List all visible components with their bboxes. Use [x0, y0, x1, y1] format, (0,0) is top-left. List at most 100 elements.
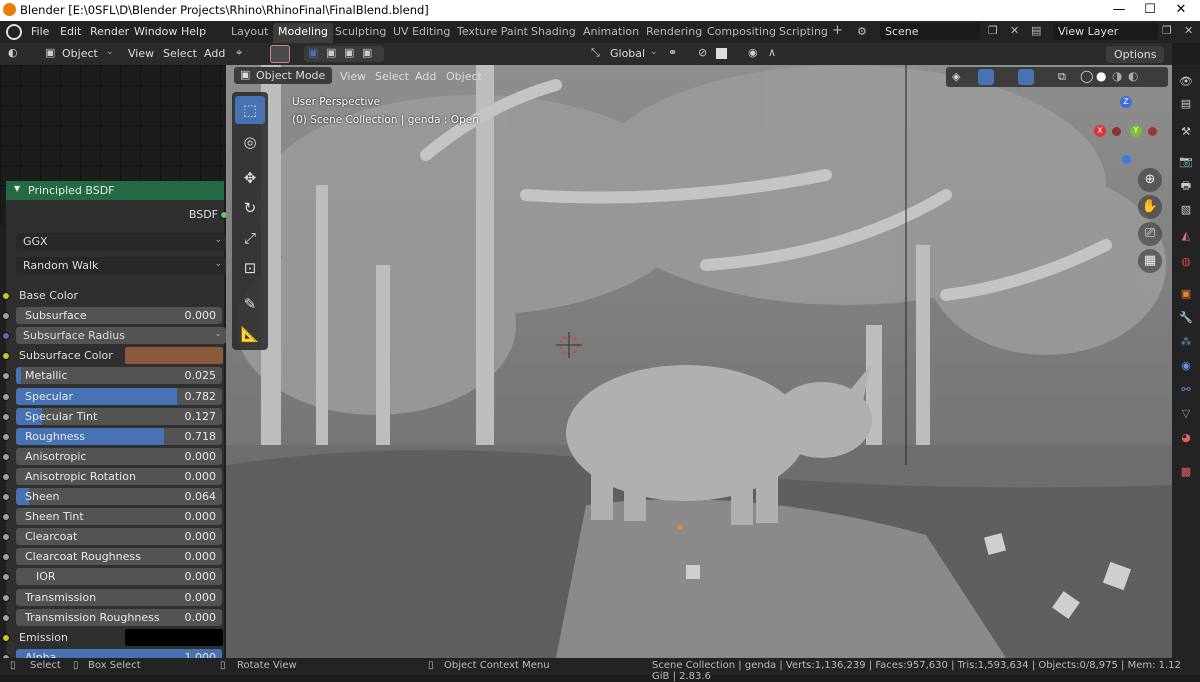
- neg-y-axis-icon[interactable]: [1148, 127, 1157, 136]
- orientation-select[interactable]: Global: [610, 47, 645, 60]
- maximize-button[interactable]: ☐: [1135, 0, 1165, 21]
- input-socket[interactable]: [2, 372, 10, 381]
- proportional-edit-icon[interactable]: ◉: [748, 46, 758, 59]
- menu-edit[interactable]: Edit: [60, 25, 81, 38]
- pan-hand-icon[interactable]: ✋: [1138, 195, 1162, 219]
- value-slider[interactable]: Specular 0.782: [16, 387, 222, 405]
- value-slider[interactable]: Specular Tint 0.127: [16, 407, 222, 425]
- scene-field[interactable]: Scene: [880, 23, 980, 40]
- input-socket[interactable]: [2, 593, 10, 602]
- tab-texture-paint[interactable]: Texture Paint: [457, 25, 528, 38]
- cursor-tool-icon[interactable]: ◎: [235, 128, 265, 156]
- rendered-shading-icon[interactable]: ◐: [1128, 69, 1138, 83]
- material-shading-icon[interactable]: ◑: [1112, 69, 1122, 83]
- object-mode-select[interactable]: ▣ Object Mode: [234, 67, 332, 84]
- pivot-icon[interactable]: ⚭: [668, 46, 677, 59]
- input-socket[interactable]: [2, 472, 10, 481]
- tab-sculpting[interactable]: Sculpting: [335, 25, 386, 38]
- editor-type-icon[interactable]: ◐: [8, 46, 18, 59]
- view-layer-field[interactable]: View Layer: [1053, 23, 1158, 40]
- scene-properties-icon[interactable]: ◭: [1177, 227, 1195, 245]
- value-slider[interactable]: Anisotropic 0.000: [16, 447, 222, 465]
- zoom-icon[interactable]: ⊕: [1138, 168, 1162, 192]
- rotate-tool-icon[interactable]: ↻: [235, 194, 265, 222]
- tab-modeling[interactable]: Modeling: [273, 23, 334, 43]
- input-socket[interactable]: [2, 553, 10, 562]
- physics-properties-icon[interactable]: ◉: [1177, 357, 1195, 375]
- input-select[interactable]: Subsurface Radius ⌄: [16, 327, 226, 345]
- tab-animation[interactable]: Animation: [583, 25, 639, 38]
- select-box-icon[interactable]: [270, 45, 290, 63]
- material-properties-icon[interactable]: ◕: [1177, 429, 1195, 447]
- mode-set-icon[interactable]: ▣: [308, 46, 318, 59]
- viewport-menu-view[interactable]: View: [340, 70, 366, 83]
- z-axis-icon[interactable]: Z: [1120, 96, 1132, 108]
- value-slider[interactable]: Clearcoat 0.000: [16, 528, 222, 546]
- value-slider[interactable]: Subsurface 0.000: [16, 307, 222, 325]
- mode-intersect-icon[interactable]: ▣: [362, 46, 372, 59]
- viewport-menu-add[interactable]: Add: [415, 70, 436, 83]
- tab-compositing[interactable]: Compositing: [707, 25, 776, 38]
- tab-uv-editing[interactable]: UV Editing: [393, 25, 450, 38]
- viewport-menu-object[interactable]: Object: [446, 70, 482, 83]
- scale-tool-icon[interactable]: ⤢: [235, 224, 265, 252]
- blender-menu-icon[interactable]: [6, 24, 22, 40]
- viewport-menu-select[interactable]: Select: [375, 70, 409, 83]
- wireframe-shading-icon[interactable]: ◯: [1080, 69, 1093, 83]
- particle-properties-icon[interactable]: ⁂: [1177, 333, 1195, 351]
- menu-render[interactable]: Render: [90, 25, 129, 38]
- input-socket[interactable]: [2, 573, 10, 582]
- shader-mode-select[interactable]: Object: [62, 47, 98, 60]
- input-socket[interactable]: [2, 412, 10, 421]
- snap-icon[interactable]: ⊘: [698, 46, 707, 59]
- input-socket[interactable]: [2, 392, 10, 401]
- input-socket[interactable]: [2, 452, 10, 461]
- input-socket[interactable]: [2, 432, 10, 441]
- value-slider[interactable]: Sheen 0.064: [16, 488, 222, 505]
- snap-target-icon[interactable]: [716, 48, 727, 59]
- input-socket[interactable]: [2, 513, 10, 522]
- options-button[interactable]: Options: [1106, 46, 1164, 63]
- tool-properties-icon[interactable]: ⚒: [1177, 123, 1195, 141]
- value-slider[interactable]: Clearcoat Roughness 0.000: [16, 548, 222, 566]
- delete-scene-icon[interactable]: ✕: [1010, 24, 1019, 37]
- value-slider[interactable]: Transmission Roughness 0.000: [16, 608, 222, 626]
- node-header[interactable]: ▼ Principled BSDF: [6, 181, 224, 200]
- delete-view-layer-icon[interactable]: ✕: [1184, 24, 1193, 37]
- input-socket[interactable]: [2, 533, 10, 542]
- menu-window[interactable]: Window: [134, 25, 177, 38]
- scene-icon[interactable]: ⚙: [857, 25, 867, 38]
- menu-help[interactable]: Help: [181, 25, 206, 38]
- view-layer-icon[interactable]: ▤: [1031, 24, 1041, 37]
- distribution-select[interactable]: GGX ⌄: [16, 233, 226, 250]
- close-button[interactable]: ✕: [1166, 0, 1196, 21]
- input-socket[interactable]: [2, 292, 10, 300]
- left-menu-add[interactable]: Add: [204, 47, 225, 60]
- y-axis-icon[interactable]: Y: [1130, 125, 1142, 137]
- viewport-editor-icon[interactable]: ⌖: [236, 46, 242, 60]
- tab-shading[interactable]: Shading: [531, 25, 576, 38]
- annotate-tool-icon[interactable]: ✎: [235, 290, 265, 318]
- collapse-icon[interactable]: ▼: [14, 184, 20, 193]
- gizmo-toggle-icon[interactable]: [978, 69, 994, 85]
- input-socket[interactable]: [2, 493, 10, 501]
- camera-icon[interactable]: ⎚: [1138, 222, 1162, 246]
- data-properties-icon[interactable]: ▽: [1177, 405, 1195, 423]
- subsurface-method-select[interactable]: Random Walk ⌄: [16, 257, 226, 274]
- value-slider[interactable]: IOR 0.000: [16, 568, 222, 586]
- mode-subtract-icon[interactable]: ▣: [344, 46, 354, 59]
- x-axis-icon[interactable]: X: [1094, 125, 1106, 137]
- xray-icon[interactable]: ⧉: [1058, 70, 1066, 84]
- tab-rendering[interactable]: Rendering: [646, 25, 702, 38]
- input-socket[interactable]: [2, 633, 10, 642]
- left-menu-select[interactable]: Select: [163, 47, 197, 60]
- minimize-button[interactable]: —: [1104, 0, 1134, 21]
- input-socket[interactable]: [2, 352, 10, 361]
- render-properties-icon[interactable]: 📷: [1177, 153, 1195, 171]
- selection-mode-buttons[interactable]: ▣ ▣ ▣ ▣: [304, 46, 384, 62]
- principled-bsdf-node[interactable]: ▼ Principled BSDF BSDF GGX ⌄ Random Walk ⌄…: [2, 181, 228, 678]
- value-slider[interactable]: Anisotropic Rotation 0.000: [16, 467, 222, 485]
- object-properties-icon[interactable]: ▣: [1177, 285, 1195, 303]
- neg-x-axis-icon[interactable]: [1112, 127, 1121, 136]
- value-slider[interactable]: Transmission 0.000: [16, 588, 222, 606]
